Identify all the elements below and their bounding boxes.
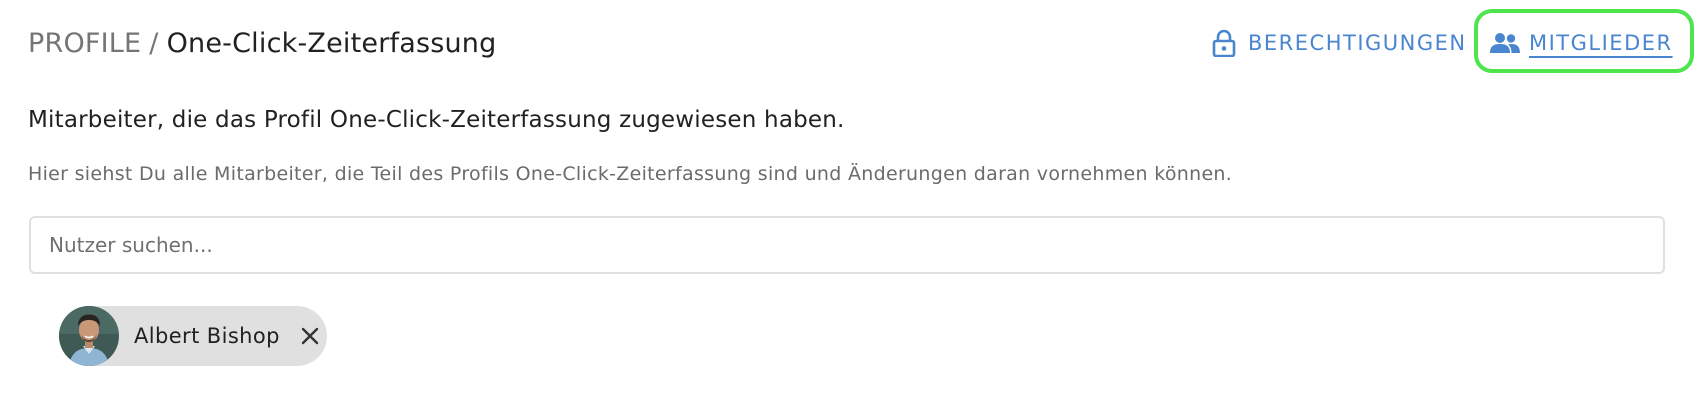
people-icon (1490, 32, 1520, 54)
tab-members-label: MITGLIEDER (1529, 31, 1673, 55)
tab-members[interactable]: MITGLIEDER (1490, 22, 1673, 64)
profile-members-page: PROFILE / One-Click-Zeiterfassung BERECHTI… (0, 0, 1704, 402)
breadcrumb: PROFILE / One-Click-Zeiterfassung (28, 24, 496, 64)
lock-icon (1212, 29, 1236, 57)
avatar (59, 306, 119, 366)
section-description: Hier siehst Du alle Mitarbeiter, die Tei… (28, 163, 1233, 185)
user-search-input[interactable] (29, 216, 1665, 274)
section-heading: Mitarbeiter, die das Profil One-Click-Ze… (28, 107, 845, 133)
member-name: Albert Bishop (134, 324, 280, 348)
breadcrumb-separator: / (149, 28, 159, 59)
close-icon[interactable] (298, 324, 322, 348)
member-chip: Albert Bishop (59, 306, 327, 366)
breadcrumb-root[interactable]: PROFILE (28, 28, 141, 59)
breadcrumb-current: One-Click-Zeiterfassung (166, 28, 497, 59)
tab-permissions-label: BERECHTIGUNGEN (1248, 31, 1467, 55)
tab-permissions[interactable]: BERECHTIGUNGEN (1212, 22, 1467, 64)
